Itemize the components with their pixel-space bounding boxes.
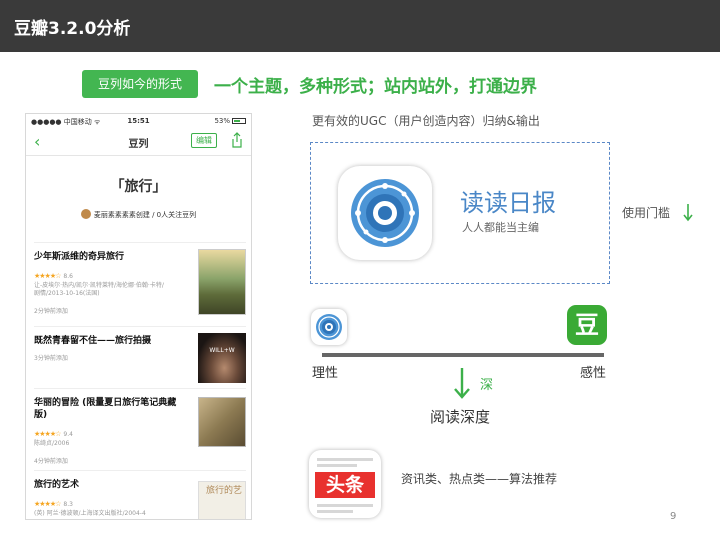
reading-depth-label: 阅读深度	[430, 408, 491, 426]
item-title: 华丽的冒险 (限量夏日旅行笔记典藏版)	[34, 398, 177, 420]
rating-score: 8.3	[63, 501, 73, 508]
rating-score: 9.4	[63, 431, 73, 438]
scale-left-label: 理性	[312, 366, 339, 381]
app-slogan: 人人都能当主编	[462, 221, 539, 234]
down-arrow-icon	[683, 204, 693, 222]
app-name: 读读日报	[460, 189, 556, 217]
doulist-title: 「旅行」	[110, 179, 167, 195]
avatar	[80, 209, 91, 219]
section-headline: 一个主题，多种形式；站内站外，打通边界	[214, 77, 537, 97]
rating-stars: ★★★★☆	[34, 272, 61, 280]
battery-icon	[232, 118, 246, 124]
scale-right-label: 感性	[580, 366, 607, 381]
header-bar: 豆瓣3.2.0分析	[0, 0, 720, 52]
toutiao-logo-text: 头条	[315, 472, 375, 498]
list-item[interactable]: 旅行的艺术 ★★★★☆ 8.3 (英) 阿兰·德波顿/上海译文出版社/2004-4…	[34, 470, 246, 519]
list-item[interactable]: 既然青春留不住——旅行拍摄 3分钟前添加 WILL+W	[34, 326, 246, 388]
rating-stars: ★★★★☆	[34, 430, 61, 438]
doulist-creator[interactable]: 麦丽素素素素创建 / 0人关注豆列	[26, 209, 251, 220]
page-title: 豆瓣3.2.0分析	[14, 19, 131, 39]
phone-screenshot: ●●●●● 中国移动 ᯤ 15:51 53% ‹ 豆列 编辑 「旅行」 麦丽素素…	[25, 113, 252, 520]
list-item[interactable]: 少年斯派维的奇异旅行 ★★★★☆ 8.6 让-皮埃尔·热内/凯尔·凯特莱特/海伦娜…	[34, 242, 246, 326]
page-number: 9	[670, 511, 677, 522]
toutiao-app-icon: 头条	[309, 450, 381, 518]
rating-stars: ★★★★☆	[34, 500, 61, 508]
usage-threshold-label: 使用门槛	[622, 206, 671, 220]
item-time: 4分钟前添加	[34, 458, 68, 465]
reading-daily-small-icon	[311, 309, 347, 345]
edit-button[interactable]: 编辑	[191, 133, 217, 148]
news-category-label: 资讯类、热点类——算法推荐	[401, 472, 558, 486]
douban-app-icon: 豆	[567, 305, 607, 345]
depth-scale-line	[322, 353, 604, 357]
list-item[interactable]: 华丽的冒险 (限量夏日旅行笔记典藏版) ★★★★☆ 9.4 陈绮贞/2006 4分…	[34, 388, 246, 470]
nav-title: 豆列	[128, 139, 149, 150]
nav-bar: ‹ 豆列 编辑	[26, 128, 251, 156]
down-arrow-icon	[454, 368, 470, 399]
section-subtitle: 更有效的UGC（用户创造内容）归纳&输出	[312, 114, 540, 128]
battery-indicator: 53%	[214, 117, 246, 125]
reading-daily-app-icon	[338, 166, 432, 260]
deep-label: 深	[480, 378, 494, 393]
album-cover-image	[198, 397, 246, 447]
rating-score: 8.6	[63, 273, 73, 280]
book-cover-image: 旅行的艺	[198, 481, 246, 519]
item-meta: 让-皮埃尔·热内/凯尔·凯特莱特/海伦娜·伯翰·卡特/	[34, 282, 164, 289]
section-tag: 豆列如今的形式	[82, 70, 198, 98]
movie-poster-image	[198, 249, 246, 315]
cover-image: WILL+W	[198, 333, 246, 383]
status-bar: ●●●●● 中国移动 ᯤ 15:51 53%	[26, 114, 251, 128]
share-icon[interactable]	[231, 132, 243, 148]
